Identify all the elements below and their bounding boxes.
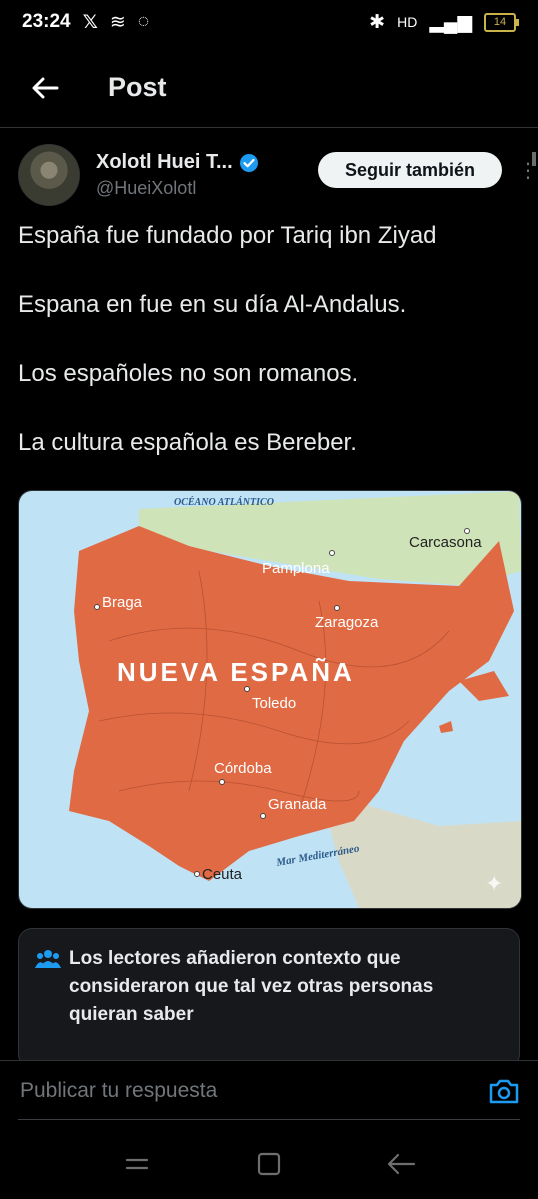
map-city-label: Braga	[102, 594, 143, 611]
back-nav-icon[interactable]	[386, 1152, 416, 1176]
map-ocean-label: OCÉANO ATLÁNTICO	[174, 496, 274, 508]
battery-icon: 14	[484, 12, 519, 32]
map-city-dot	[329, 550, 335, 556]
map-city-label: Carcasona	[409, 534, 482, 551]
wifi-icon: HD	[397, 14, 417, 30]
people-icon	[35, 950, 61, 968]
reply-divider	[18, 1119, 520, 1120]
arrow-left-icon	[32, 77, 59, 98]
map-city-dot	[244, 686, 250, 692]
follow-button[interactable]: Seguir también	[318, 152, 502, 188]
camera-icon[interactable]	[488, 1077, 520, 1105]
map-city-dot	[334, 605, 340, 611]
recent-apps-icon[interactable]	[122, 1152, 152, 1176]
signal-icon: ▂▄▆	[429, 11, 472, 33]
map-city-dot	[260, 813, 266, 819]
map-city-dot	[219, 779, 225, 785]
map-city-dot	[464, 528, 470, 534]
home-icon[interactable]	[255, 1150, 283, 1178]
post-image-map[interactable]: OCÉANO ATLÁNTICO NUEVA ESPAÑA Mar Medite…	[18, 490, 522, 909]
status-bar: 23:24 𝕏 ≋ ◌ ✱ HD ▂▄▆ 14	[0, 0, 538, 44]
map-city-label: Granada	[268, 796, 327, 813]
author-display-name: Xolotl Huei T...	[96, 151, 233, 173]
map-city-label: Pamplona	[262, 560, 330, 577]
community-note[interactable]: Los lectores añadieron contexto que cons…	[18, 928, 520, 1068]
avatar[interactable]	[18, 144, 80, 206]
map-city-label: Toledo	[252, 695, 296, 712]
post-line: La cultura española es Bereber.	[18, 429, 357, 456]
map-city-label: Ceuta	[202, 866, 243, 883]
map-title: NUEVA ESPAÑA	[117, 657, 355, 687]
post-author: Xolotl Huei T... @HueiXolotl Seguir tamb…	[18, 144, 538, 206]
x-logo-icon: 𝕏	[82, 11, 98, 33]
post-line: España fue fundado por Tariq ibn Ziyad	[18, 222, 437, 249]
post-line: Espana en fue en su día Al-Andalus.	[18, 291, 407, 318]
system-nav-bar	[0, 1128, 538, 1199]
post-line: Los españoles no son romanos.	[18, 360, 359, 387]
reply-bar	[0, 1060, 538, 1120]
map-city-label: Zaragoza	[315, 614, 379, 631]
post-text: España fue fundado por Tariq ibn Ziyad E…	[18, 218, 518, 494]
map-city-label: Córdoba	[214, 760, 272, 777]
page-title: Post	[108, 72, 167, 102]
map-city-dot	[194, 871, 200, 877]
community-note-text: Los lectores añadieron contexto que cons…	[69, 948, 434, 1025]
loading-icon: ◌	[137, 11, 150, 32]
back-button[interactable]	[0, 76, 90, 100]
wind-icon: ≋	[109, 11, 126, 33]
app-bar: Post	[0, 48, 538, 128]
sparkle-icon: ✦	[485, 871, 503, 896]
author-name-row[interactable]: Xolotl Huei T...	[96, 151, 259, 174]
network-label: HD	[397, 14, 418, 30]
author-handle[interactable]: @HueiXolotl	[96, 178, 259, 199]
more-options-icon[interactable]: ⋮	[518, 158, 538, 183]
status-time: 23:24	[22, 11, 71, 32]
bluetooth-icon: ✱	[369, 11, 386, 33]
verified-badge-icon	[239, 153, 258, 172]
map-city-dot	[94, 604, 100, 610]
map-image: OCÉANO ATLÁNTICO NUEVA ESPAÑA Mar Medite…	[19, 491, 521, 908]
reply-input[interactable]	[18, 1077, 488, 1104]
